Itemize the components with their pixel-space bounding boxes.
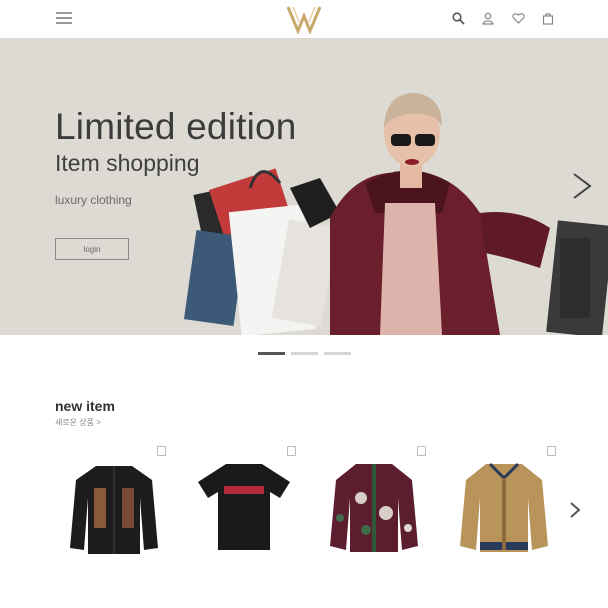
hamburger-icon[interactable] <box>56 12 72 25</box>
chevron-right-icon[interactable] <box>570 171 594 201</box>
product-card[interactable] <box>192 444 296 562</box>
carousel-dot-3[interactable] <box>324 352 351 355</box>
search-icon[interactable] <box>450 9 466 27</box>
carousel-indicators <box>258 352 351 355</box>
wishlist-icon[interactable] <box>287 446 296 456</box>
product-card[interactable] <box>452 444 556 562</box>
hero-title: Limited edition <box>55 106 297 147</box>
product-card[interactable] <box>322 444 426 562</box>
hero-model-image <box>183 93 608 335</box>
carousel-dot-1[interactable] <box>258 352 285 355</box>
heart-icon[interactable] <box>510 9 526 27</box>
wishlist-icon[interactable] <box>547 446 556 456</box>
monogram-jacket-image <box>460 462 548 552</box>
hero-subtitle: Item shopping <box>55 150 200 176</box>
brand-logo-icon[interactable] <box>286 4 322 34</box>
hero-banner: Limited edition Item shopping luxury clo… <box>0 38 608 335</box>
hero-login-button[interactable]: login <box>55 238 129 260</box>
user-icon[interactable] <box>480 9 496 27</box>
cart-icon[interactable] <box>540 9 556 27</box>
product-card[interactable] <box>62 444 166 562</box>
chevron-right-icon[interactable] <box>568 500 582 520</box>
hero-tagline: luxury clothing <box>55 193 132 207</box>
wishlist-icon[interactable] <box>157 446 166 456</box>
black-jacket-image <box>70 466 158 554</box>
header-icons <box>450 9 556 27</box>
site-header <box>0 0 608 38</box>
floral-jacket-image <box>330 464 418 552</box>
product-list <box>62 444 556 562</box>
carousel-dot-2[interactable] <box>291 352 318 355</box>
black-tshirt-image <box>198 464 290 550</box>
section-title: new item <box>55 398 115 414</box>
section-subtitle-link[interactable]: 새로운 상품 > <box>55 417 101 428</box>
wishlist-icon[interactable] <box>417 446 426 456</box>
